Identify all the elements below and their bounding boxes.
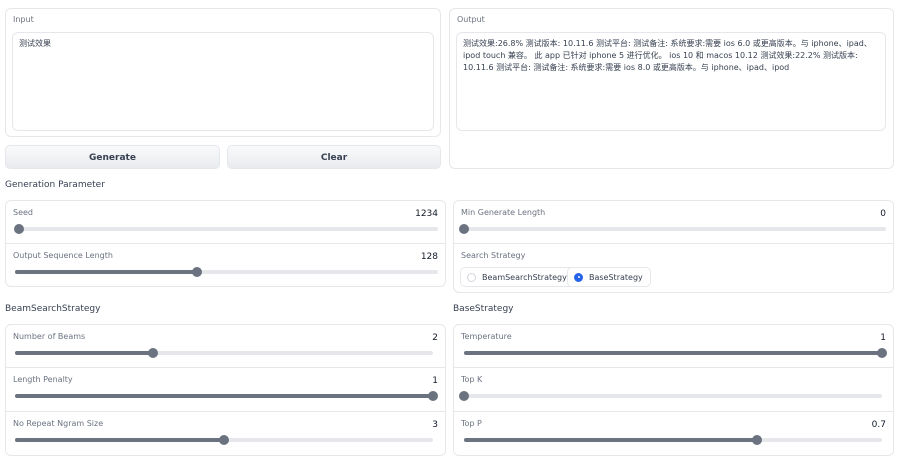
- top-p-value[interactable]: 0.7: [826, 420, 886, 430]
- min-generate-length-value[interactable]: 0: [826, 209, 886, 219]
- input-label: Input: [13, 15, 34, 24]
- input-textarea[interactable]: 测试效果: [12, 32, 434, 131]
- divider: [5, 243, 446, 244]
- number-of-beams-label: Number of Beams: [13, 332, 86, 341]
- min-generate-length-slider-thumb[interactable]: [459, 224, 469, 234]
- top-p-label: Top P: [461, 419, 482, 428]
- radio-beam-search-strategy[interactable]: BeamSearchStrategy: [460, 267, 575, 287]
- top-p-slider[interactable]: [464, 435, 882, 445]
- no-repeat-ngram-size-slider-thumb[interactable]: [219, 435, 229, 445]
- temperature-value[interactable]: 1: [826, 333, 886, 343]
- radio-base-strategy-label: BaseStrategy: [589, 272, 643, 282]
- radio-indicator-selected[interactable]: [574, 272, 583, 282]
- output-label: Output: [457, 15, 485, 24]
- temperature-slider-thumb[interactable]: [877, 348, 887, 358]
- generation-parameter-title: Generation Parameter: [5, 180, 105, 190]
- temperature-slider[interactable]: [464, 348, 887, 358]
- number-of-beams-value[interactable]: 2: [378, 333, 438, 343]
- number-of-beams-slider-thumb[interactable]: [147, 348, 158, 358]
- top-k-slider[interactable]: [459, 391, 882, 401]
- radio-indicator[interactable]: [467, 272, 476, 282]
- generate-button[interactable]: Generate: [5, 145, 220, 169]
- seed-label: Seed: [13, 208, 33, 217]
- min-generate-length-label: Min Generate Length: [461, 208, 546, 217]
- beam-search-strategy-title: BeamSearchStrategy: [5, 304, 101, 314]
- temperature-label: Temperature: [461, 332, 512, 341]
- length-penalty-label: Length Penalty: [13, 375, 73, 384]
- length-penalty-value[interactable]: 1: [378, 376, 438, 386]
- seed-value[interactable]: 1234: [378, 209, 438, 219]
- output-textarea[interactable]: 测试效果:26.8% 测试版本: 10.11.6 测试平台: 测试备注: 系统要…: [456, 32, 886, 131]
- divider: [453, 367, 894, 368]
- output-sequence-length-slider[interactable]: [15, 267, 438, 277]
- no-repeat-ngram-size-label: No Repeat Ngram Size: [13, 419, 104, 428]
- search-strategy-label: Search Strategy: [461, 251, 526, 260]
- output-sequence-length-value[interactable]: 128: [378, 252, 438, 262]
- top-k-slider-thumb[interactable]: [459, 391, 469, 401]
- length-penalty-slider[interactable]: [15, 391, 438, 401]
- radio-base-strategy[interactable]: BaseStrategy: [567, 267, 651, 287]
- length-penalty-slider-thumb[interactable]: [428, 391, 438, 401]
- base-strategy-title: BaseStrategy: [453, 304, 514, 314]
- no-repeat-ngram-size-value[interactable]: 3: [378, 420, 438, 430]
- output-sequence-length-label: Output Sequence Length: [13, 251, 113, 260]
- min-generate-length-slider[interactable]: [459, 224, 886, 234]
- radio-beam-search-strategy-label: BeamSearchStrategy: [482, 272, 567, 282]
- divider: [5, 411, 446, 412]
- top-k-label: Top K: [461, 375, 483, 384]
- output-sequence-length-slider-thumb[interactable]: [191, 267, 202, 277]
- no-repeat-ngram-size-slider[interactable]: [15, 435, 433, 445]
- divider: [453, 411, 894, 412]
- clear-button[interactable]: Clear: [227, 145, 441, 169]
- divider: [453, 243, 894, 244]
- base-strategy-panel: [453, 324, 894, 456]
- seed-slider[interactable]: [14, 224, 438, 234]
- divider: [5, 367, 446, 368]
- top-p-slider-thumb[interactable]: [751, 435, 762, 445]
- number-of-beams-slider[interactable]: [15, 348, 433, 358]
